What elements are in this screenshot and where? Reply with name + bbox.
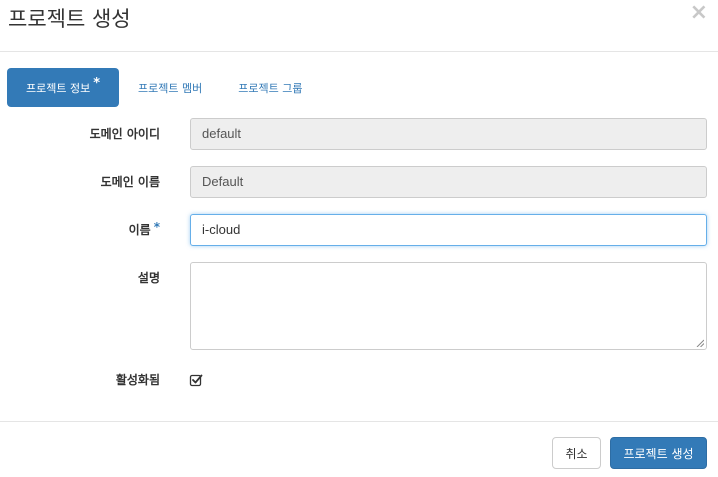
create-project-button[interactable]: 프로젝트 생성 <box>610 437 707 469</box>
form-row-name: 이름 * i-cloud <box>0 214 718 247</box>
description-label: 설명 <box>137 271 160 285</box>
modal-footer: 취소 프로젝트 생성 <box>0 421 718 477</box>
resize-grip-icon[interactable] <box>696 339 704 347</box>
tab-project-members-label: 프로젝트 멤버 <box>138 81 203 95</box>
form-row-enabled: 활성화됨 <box>0 372 718 388</box>
tab-project-members[interactable]: 프로젝트 멤버 <box>121 68 219 107</box>
close-icon[interactable]: × <box>690 2 708 24</box>
tab-project-groups[interactable]: 프로젝트 그룹 <box>221 68 319 107</box>
name-label-text: 이름 <box>128 223 151 237</box>
form-row-description: 설명 <box>0 262 718 350</box>
required-marker: * <box>93 76 101 91</box>
domain-id-field[interactable]: default <box>190 118 707 150</box>
domain-name-field[interactable]: Default <box>190 166 707 198</box>
name-label: 이름 * <box>10 220 160 238</box>
tab-project-info[interactable]: 프로젝트 정보 * <box>7 68 119 107</box>
enabled-label: 활성화됨 <box>115 373 160 387</box>
name-input[interactable]: i-cloud <box>190 214 707 246</box>
modal-title: 프로젝트 생성 <box>8 7 131 31</box>
cancel-button[interactable]: 취소 <box>552 437 601 469</box>
tab-bar: 프로젝트 정보 * 프로젝트 멤버 프로젝트 그룹 <box>7 68 321 107</box>
tab-project-groups-label: 프로젝트 그룹 <box>238 81 303 95</box>
form-row-domain-name: 도메인 이름 Default <box>0 166 718 199</box>
description-textarea[interactable] <box>190 262 707 350</box>
create-project-modal: 프로젝트 생성 × 프로젝트 정보 * 프로젝트 멤버 프로젝트 그룹 도메인 … <box>0 0 718 477</box>
domain-name-label: 도메인 이름 <box>100 175 160 189</box>
domain-id-label: 도메인 아이디 <box>89 127 160 141</box>
enabled-checkbox[interactable] <box>189 373 203 387</box>
required-marker: * <box>153 220 160 234</box>
form-row-domain-id: 도메인 아이디 default <box>0 118 718 151</box>
modal-header: 프로젝트 생성 × <box>0 0 718 52</box>
tab-project-info-label: 프로젝트 정보 <box>25 81 91 95</box>
